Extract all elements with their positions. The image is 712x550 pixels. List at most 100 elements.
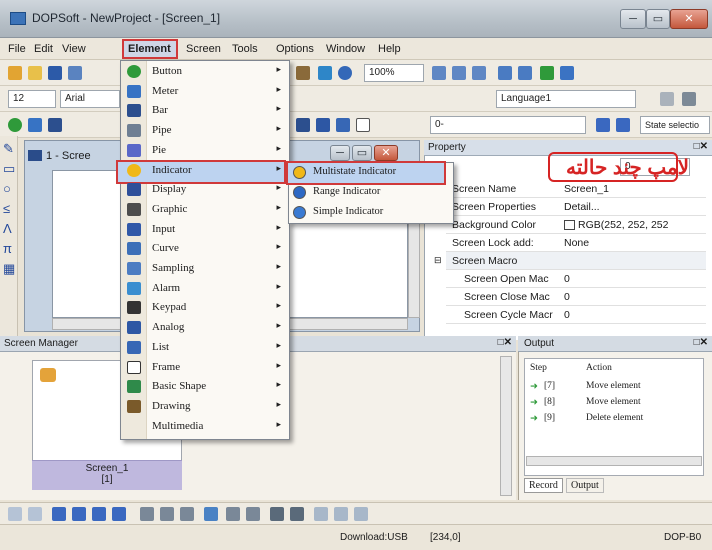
menu-item-pie[interactable]: Pie ▸ [121, 141, 289, 161]
snap-icon[interactable] [314, 507, 328, 521]
submenu-item-multistate-indicator[interactable]: Multistate Indicator [289, 163, 453, 183]
color-swatch[interactable] [564, 220, 575, 230]
compile-icon[interactable] [296, 66, 310, 80]
menu-item-list[interactable]: List ▸ [121, 338, 289, 358]
pencil-icon[interactable]: ✎ [3, 142, 14, 156]
property-row[interactable]: Screen Properties Detail... [446, 198, 706, 216]
bring-front-icon[interactable] [92, 507, 106, 521]
download-icon[interactable] [560, 66, 574, 80]
rectangle-icon[interactable]: ▭ [3, 162, 15, 176]
meter-tool-icon[interactable] [28, 118, 42, 132]
property-row[interactable]: Screen Name Screen_1 [446, 180, 706, 198]
submenu-item-range-indicator[interactable]: Range Indicator [289, 183, 453, 203]
property-group-row[interactable]: ⊟ Screen Macro [434, 252, 706, 270]
property-row[interactable]: Background Color RGB(252, 252, 252 [446, 216, 706, 234]
user-icon[interactable] [318, 66, 332, 80]
property-row[interactable]: Screen Cycle Macr 0 [446, 306, 706, 324]
send-back-icon[interactable] [112, 507, 126, 521]
undo-icon[interactable] [498, 66, 512, 80]
analog-tool-icon[interactable] [316, 118, 330, 132]
font-name-select[interactable]: Arial [60, 90, 120, 108]
bar-tool-icon[interactable] [48, 118, 62, 132]
menu-element[interactable]: Element [128, 43, 171, 55]
menu-item-basic-shape[interactable]: Basic Shape ▸ [121, 377, 289, 397]
flip-h-icon[interactable] [270, 507, 284, 521]
submenu-item-simple-indicator[interactable]: Simple Indicator [289, 203, 453, 223]
state-prev-icon[interactable] [596, 118, 610, 132]
size-icon[interactable] [180, 507, 194, 521]
menu-item-input[interactable]: Input ▸ [121, 220, 289, 240]
redo-icon[interactable] [518, 66, 532, 80]
menu-item-frame[interactable]: Frame ▸ [121, 358, 289, 378]
triangle-icon[interactable]: Λ [3, 222, 12, 236]
keypad-tool-icon[interactable] [296, 118, 310, 132]
menu-item-meter[interactable]: Meter ▸ [121, 82, 289, 102]
menu-help[interactable]: Help [378, 43, 401, 55]
grid-icon[interactable]: ▦ [3, 262, 15, 276]
screen-close-button[interactable]: ✕ [374, 145, 398, 161]
circle-icon[interactable]: ○ [3, 182, 11, 196]
menu-item-graphic[interactable]: Graphic ▸ [121, 200, 289, 220]
menu-item-button[interactable]: Button ▸ [121, 62, 289, 82]
maximize-button[interactable]: ▭ [646, 9, 670, 29]
align-top-icon[interactable] [28, 507, 42, 521]
space-icon[interactable] [160, 507, 174, 521]
language-select[interactable]: Language1 [496, 90, 636, 108]
menu-item-alarm[interactable]: Alarm ▸ [121, 279, 289, 299]
button-tool-icon[interactable] [8, 118, 22, 132]
screen-manager-close-icon[interactable]: □✕ [498, 337, 512, 348]
frame-tool-icon[interactable] [356, 118, 370, 132]
grid-layout-icon[interactable] [246, 507, 260, 521]
chart-icon[interactable] [204, 507, 218, 521]
menu-tools[interactable]: Tools [232, 43, 258, 55]
guide-icon[interactable] [354, 507, 368, 521]
menu-view[interactable]: View [62, 43, 86, 55]
menu-item-bar[interactable]: Bar ▸ [121, 101, 289, 121]
menu-item-curve[interactable]: Curve ▸ [121, 239, 289, 259]
table-icon[interactable]: π [3, 242, 12, 256]
new-icon[interactable] [8, 66, 22, 80]
close-button[interactable]: ✕ [670, 9, 708, 29]
ruler-icon[interactable] [334, 507, 348, 521]
menu-window[interactable]: Window [326, 43, 365, 55]
menu-item-analog[interactable]: Analog ▸ [121, 318, 289, 338]
zoom-select[interactable]: 100% [364, 64, 424, 82]
collapse-icon[interactable]: ⊟ [434, 255, 442, 266]
table-layout-icon[interactable] [226, 507, 240, 521]
group-icon[interactable] [52, 507, 66, 521]
layout-icon[interactable] [682, 92, 696, 106]
menu-item-multimedia[interactable]: Multimedia ▸ [121, 417, 289, 437]
flip-v-icon[interactable] [290, 507, 304, 521]
output-hscrollbar[interactable] [526, 456, 702, 466]
zoom-in-icon[interactable] [432, 66, 446, 80]
polyline-icon[interactable]: ≤ [3, 202, 10, 216]
list-tool-icon[interactable] [336, 118, 350, 132]
open-icon[interactable] [28, 66, 42, 80]
property-close-icon[interactable]: □✕ [694, 141, 708, 152]
save-all-icon[interactable] [68, 66, 82, 80]
ungroup-icon[interactable] [72, 507, 86, 521]
menu-file[interactable]: File [8, 43, 26, 55]
property-row[interactable]: Screen Close Mac 0 [446, 288, 706, 306]
minimize-button[interactable]: ─ [620, 9, 646, 29]
save-icon[interactable] [48, 66, 62, 80]
menu-screen[interactable]: Screen [186, 43, 221, 55]
menu-edit[interactable]: Edit [34, 43, 53, 55]
align-icon[interactable] [660, 92, 674, 106]
simulate-icon[interactable] [540, 66, 554, 80]
zoom-out-icon[interactable] [452, 66, 466, 80]
tab-record[interactable]: Record [524, 478, 563, 493]
state-selector[interactable]: State selectio [640, 116, 710, 134]
menu-item-drawing[interactable]: Drawing ▸ [121, 397, 289, 417]
screen-restore-button[interactable]: ▭ [352, 145, 372, 161]
state-next-icon[interactable] [616, 118, 630, 132]
align-left-icon[interactable] [8, 507, 22, 521]
zoom-fit-icon[interactable] [472, 66, 486, 80]
output-close-icon[interactable]: □✕ [694, 337, 708, 348]
font-size-select[interactable]: 12 [8, 90, 56, 108]
state-field[interactable]: 0- [430, 116, 586, 134]
property-row[interactable]: Screen Open Mac 0 [446, 270, 706, 288]
menu-item-keypad[interactable]: Keypad ▸ [121, 298, 289, 318]
menu-item-indicator[interactable]: Indicator ▸ [121, 161, 289, 181]
menu-item-sampling[interactable]: Sampling ▸ [121, 259, 289, 279]
